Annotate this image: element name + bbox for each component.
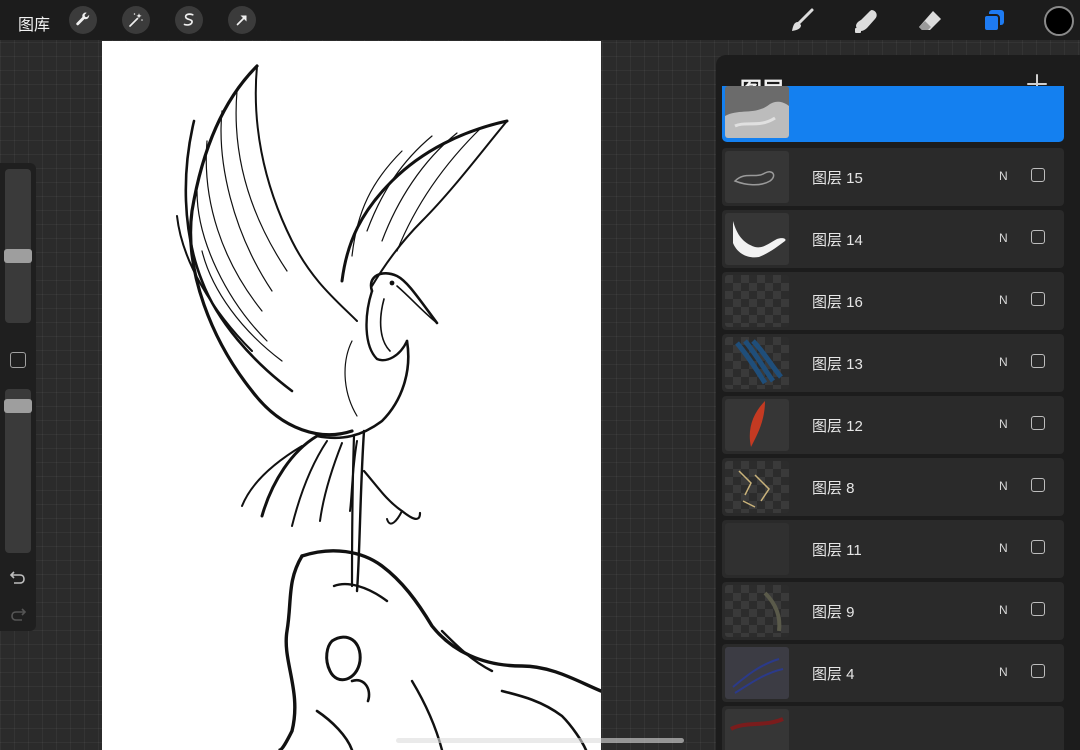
- layer-thumbnail: [725, 523, 789, 575]
- left-sidebar: [0, 163, 36, 631]
- layer-thumbnail: [725, 337, 789, 389]
- layer-name: 图层 9: [812, 604, 855, 621]
- adjustments-button[interactable]: [122, 6, 150, 34]
- blend-mode[interactable]: N: [999, 603, 1008, 617]
- crane-line-art: [176, 64, 601, 750]
- visibility-checkbox[interactable]: [1031, 478, 1045, 492]
- layer-row[interactable]: 图层 9 N: [722, 582, 1064, 640]
- layer-thumbnail: [725, 151, 789, 203]
- layer-row[interactable]: 图层 4 N: [722, 644, 1064, 702]
- layer-name: 图层 15: [812, 170, 863, 187]
- layer-row[interactable]: 图层 13 N: [722, 334, 1064, 392]
- layer-name: 图层 16: [812, 294, 863, 311]
- undo-icon[interactable]: [9, 568, 27, 586]
- blend-mode[interactable]: N: [999, 169, 1008, 183]
- layer-row[interactable]: 图层 14 N: [722, 210, 1064, 268]
- transform-button[interactable]: [228, 6, 256, 34]
- blend-mode[interactable]: N: [999, 231, 1008, 245]
- brush-icon: [792, 8, 814, 31]
- layer-name: 图层 4: [812, 666, 855, 683]
- opacity-slider[interactable]: [4, 389, 32, 553]
- layer-row[interactable]: [722, 706, 1064, 750]
- visibility-checkbox[interactable]: [1031, 168, 1045, 182]
- actions-button[interactable]: [69, 6, 97, 34]
- layers-icon: [983, 10, 1004, 32]
- smudge-icon: [855, 10, 877, 33]
- selection-icon: [183, 13, 194, 26]
- wrench-icon: [76, 12, 90, 26]
- blend-mode[interactable]: N: [999, 541, 1008, 555]
- top-toolbar: 图库: [0, 0, 1080, 40]
- layer-thumbnail: [725, 709, 789, 750]
- layer-thumbnail: [725, 275, 789, 327]
- layer-thumbnail: [725, 86, 789, 138]
- brush-size-thumb[interactable]: [4, 249, 32, 263]
- color-picker-swatch[interactable]: [1044, 6, 1074, 36]
- layers-panel: 图层 图层 15 N 图层 14 N 图层 16 N 图层 13 N: [716, 55, 1080, 750]
- layer-thumbnail: [725, 213, 789, 265]
- drawing-canvas[interactable]: [102, 41, 601, 750]
- layers-button[interactable]: [979, 6, 1009, 36]
- layer-thumbnail: [725, 461, 789, 513]
- layer-row[interactable]: 图层 12 N: [722, 396, 1064, 454]
- visibility-checkbox[interactable]: [1031, 416, 1045, 430]
- layer-row[interactable]: 图层 16 N: [722, 272, 1064, 330]
- layer-name: 图层 12: [812, 418, 863, 435]
- blend-mode[interactable]: N: [999, 293, 1008, 307]
- transform-arrow-icon: [236, 15, 247, 26]
- gallery-button[interactable]: 图库: [18, 11, 50, 35]
- layer-thumbnail: [725, 399, 789, 451]
- redo-icon[interactable]: [9, 605, 27, 623]
- layer-thumbnail: [725, 647, 789, 699]
- eraser-icon: [919, 11, 941, 30]
- visibility-checkbox[interactable]: [1031, 230, 1045, 244]
- blend-mode[interactable]: N: [999, 417, 1008, 431]
- smudge-button[interactable]: [851, 6, 881, 36]
- eraser-button[interactable]: [915, 6, 945, 36]
- layer-row[interactable]: 图层 15 N: [722, 148, 1064, 206]
- visibility-checkbox[interactable]: [1031, 292, 1045, 306]
- visibility-checkbox[interactable]: [1031, 354, 1045, 368]
- layer-thumbnail: [725, 585, 789, 637]
- brush-button[interactable]: [787, 6, 817, 36]
- layer-name: 图层 11: [812, 542, 862, 559]
- home-indicator: [396, 738, 684, 743]
- layer-name: 图层 14: [812, 232, 863, 249]
- selection-button[interactable]: [175, 6, 203, 34]
- layer-row[interactable]: 图层 11 N: [722, 520, 1064, 578]
- brush-size-slider[interactable]: [4, 169, 32, 323]
- visibility-checkbox[interactable]: [1031, 664, 1045, 678]
- blend-mode[interactable]: N: [999, 479, 1008, 493]
- blend-mode[interactable]: N: [999, 355, 1008, 369]
- layer-name: 图层 13: [812, 356, 863, 373]
- visibility-checkbox[interactable]: [1031, 602, 1045, 616]
- blend-mode[interactable]: N: [999, 665, 1008, 679]
- layer-name: 图层 8: [812, 480, 855, 497]
- layer-row-active[interactable]: [722, 86, 1064, 142]
- magic-wand-icon: [129, 13, 143, 27]
- opacity-thumb[interactable]: [4, 399, 32, 413]
- layer-row[interactable]: 图层 8 N: [722, 458, 1064, 516]
- modify-button[interactable]: [10, 352, 26, 368]
- visibility-checkbox[interactable]: [1031, 540, 1045, 554]
